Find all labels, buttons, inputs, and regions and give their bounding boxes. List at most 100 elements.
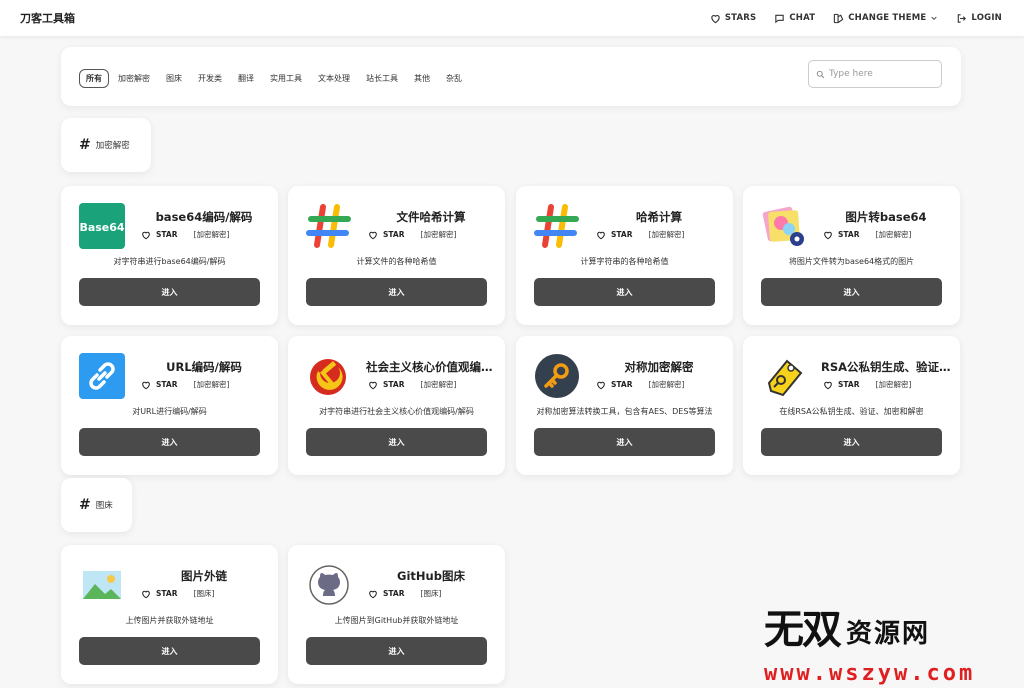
enter-button[interactable]: 进入 [534,428,715,456]
heart-icon [142,381,150,389]
base64-icon: Base64 [79,203,125,249]
login-label: LOGIN [971,13,1002,23]
enter-button[interactable]: 进入 [534,278,715,306]
star-label: STAR [838,380,860,389]
enter-button[interactable]: 进入 [306,278,487,306]
tool-description: 将图片文件转为base64格式的图片 [788,257,915,266]
change-theme-dropdown[interactable]: CHANGE THEME [833,13,938,24]
enter-button[interactable]: 进入 [761,428,942,456]
hammer-sickle-icon [306,353,352,399]
tab-all[interactable]: 所有 [79,69,109,88]
watermark-big-text: 无双 [764,606,842,653]
tool-meta: STAR [加密解密] [141,229,229,240]
tool-card-image-link[interactable]: 图片外链 STAR [图床] 上传图片并获取外链地址 进入 [61,545,278,684]
search-box[interactable] [808,60,942,88]
tool-meta: STAR [加密解密] [368,379,456,390]
stars-label: STARS [724,13,757,23]
enter-button[interactable]: 进入 [761,278,942,306]
heart-icon [142,590,150,598]
heart-icon [142,231,150,239]
tool-description: 在线RSA公私钥生成、验证、加密和解密 [779,407,924,416]
star-label: STAR [156,589,178,598]
stars-link[interactable]: STARS [710,13,757,24]
star-label: STAR [383,230,405,239]
tab-misc[interactable]: 杂乱 [439,69,469,88]
hash-icon [306,203,352,249]
tab-translate[interactable]: 翻译 [231,69,261,88]
tool-title: 文件哈希计算 [396,210,466,224]
tool-card-base64[interactable]: Base64 base64编码/解码 STAR [加密解密] 对字符串进行bas… [61,186,278,325]
enter-button[interactable]: 进入 [79,278,260,306]
star-button[interactable]: STAR [141,230,178,240]
landscape-image-icon [79,562,125,608]
star-label: STAR [156,380,178,389]
star-button[interactable]: STAR [368,380,405,390]
heart-icon [597,381,605,389]
palette-icon [834,13,844,23]
login-link[interactable]: LOGIN [956,13,1002,24]
svg-text:Base64: Base64 [79,221,124,234]
tool-tag: [加密解密] [648,230,685,239]
heart-icon [369,590,377,598]
star-button[interactable]: STAR [141,589,178,599]
star-button[interactable]: STAR [596,380,633,390]
watermark-small-text: 资源网 [846,619,931,649]
tab-other[interactable]: 其他 [407,69,437,88]
hash-icon: # [79,137,91,153]
category-filter-bar: 所有 加密解密 图床 开发类 翻译 实用工具 文本处理 站长工具 其他 杂乱 [61,47,961,106]
star-button[interactable]: STAR [141,380,178,390]
tool-meta: STAR [加密解密] [823,379,911,390]
enter-button[interactable]: 进入 [79,637,260,665]
star-button[interactable]: STAR [823,230,860,240]
tab-utility[interactable]: 实用工具 [263,69,309,88]
navbar-actions: STARS CHAT CHANGE THEME LOGIN [710,0,1002,36]
tool-meta: STAR [加密解密] [141,379,229,390]
tool-meta: STAR [加密解密] [368,229,456,240]
tab-image-host[interactable]: 图床 [159,69,189,88]
section-header-image-host: # 图床 [61,478,132,532]
tool-meta: STAR [加密解密] [596,229,684,240]
chat-link[interactable]: CHAT [774,13,815,24]
section-header-encrypt: # 加密解密 [61,118,151,172]
star-button[interactable]: STAR [368,589,405,599]
tool-meta: STAR [图床] [368,588,441,599]
tool-title: URL编码/解码 [166,360,242,374]
tool-card-github-image-host[interactable]: GitHub图床 STAR [图床] 上传图片到GitHub并获取外链地址 进入 [288,545,505,684]
tab-text[interactable]: 文本处理 [311,69,357,88]
tool-card-symmetric-crypto[interactable]: 对称加密解密 STAR [加密解密] 对称加密算法转换工具，包含有AES、DES… [516,336,733,475]
search-icon [816,70,825,78]
star-label: STAR [611,380,633,389]
tool-card-socialist-values[interactable]: 社会主义核心价值观编码/解码 STAR [加密解密] 对字符串进行社会主义核心价… [288,336,505,475]
star-button[interactable]: STAR [823,380,860,390]
tab-encrypt[interactable]: 加密解密 [111,69,157,88]
watermark-title: 无双 资源网 [764,606,1020,654]
tool-tag: [图床] [420,589,442,598]
tab-webmaster[interactable]: 站长工具 [359,69,405,88]
key-tag-icon [761,353,807,399]
brand-logo[interactable]: 刀客工具箱 [20,10,75,26]
hash-icon [534,203,580,249]
tool-meta: STAR [图床] [141,588,214,599]
tool-card-rsa[interactable]: RSA公私钥生成、验证、加密和解密 STAR [加密解密] 在线RSA公私钥生成… [743,336,960,475]
change-theme-label: CHANGE THEME [848,13,927,23]
star-button[interactable]: STAR [368,230,405,240]
section-title: 图床 [95,501,113,511]
enter-button[interactable]: 进入 [79,428,260,456]
enter-button[interactable]: 进入 [306,637,487,665]
tool-description: 计算字符串的各种哈希值 [580,257,669,266]
heart-icon [597,231,605,239]
search-input[interactable] [829,69,929,79]
tool-title: 图片转base64 [845,210,927,224]
tool-card-file-hash[interactable]: 文件哈希计算 STAR [加密解密] 计算文件的各种哈希值 进入 [288,186,505,325]
tab-dev[interactable]: 开发类 [191,69,229,88]
tool-title: base64编码/解码 [155,210,253,224]
enter-button[interactable]: 进入 [306,428,487,456]
tool-card-hash[interactable]: 哈希计算 STAR [加密解密] 计算字符串的各种哈希值 进入 [516,186,733,325]
tool-title: 社会主义核心价值观编码/解码 [366,360,496,374]
heart-icon [824,231,832,239]
tool-tag: [加密解密] [875,380,912,389]
tool-description: 上传图片并获取外链地址 [125,616,214,625]
tool-card-image-base64[interactable]: 图片转base64 STAR [加密解密] 将图片文件转为base64格式的图片… [743,186,960,325]
star-button[interactable]: STAR [596,230,633,240]
tool-card-url[interactable]: URL编码/解码 STAR [加密解密] 对URL进行编码/解码 进入 [61,336,278,475]
